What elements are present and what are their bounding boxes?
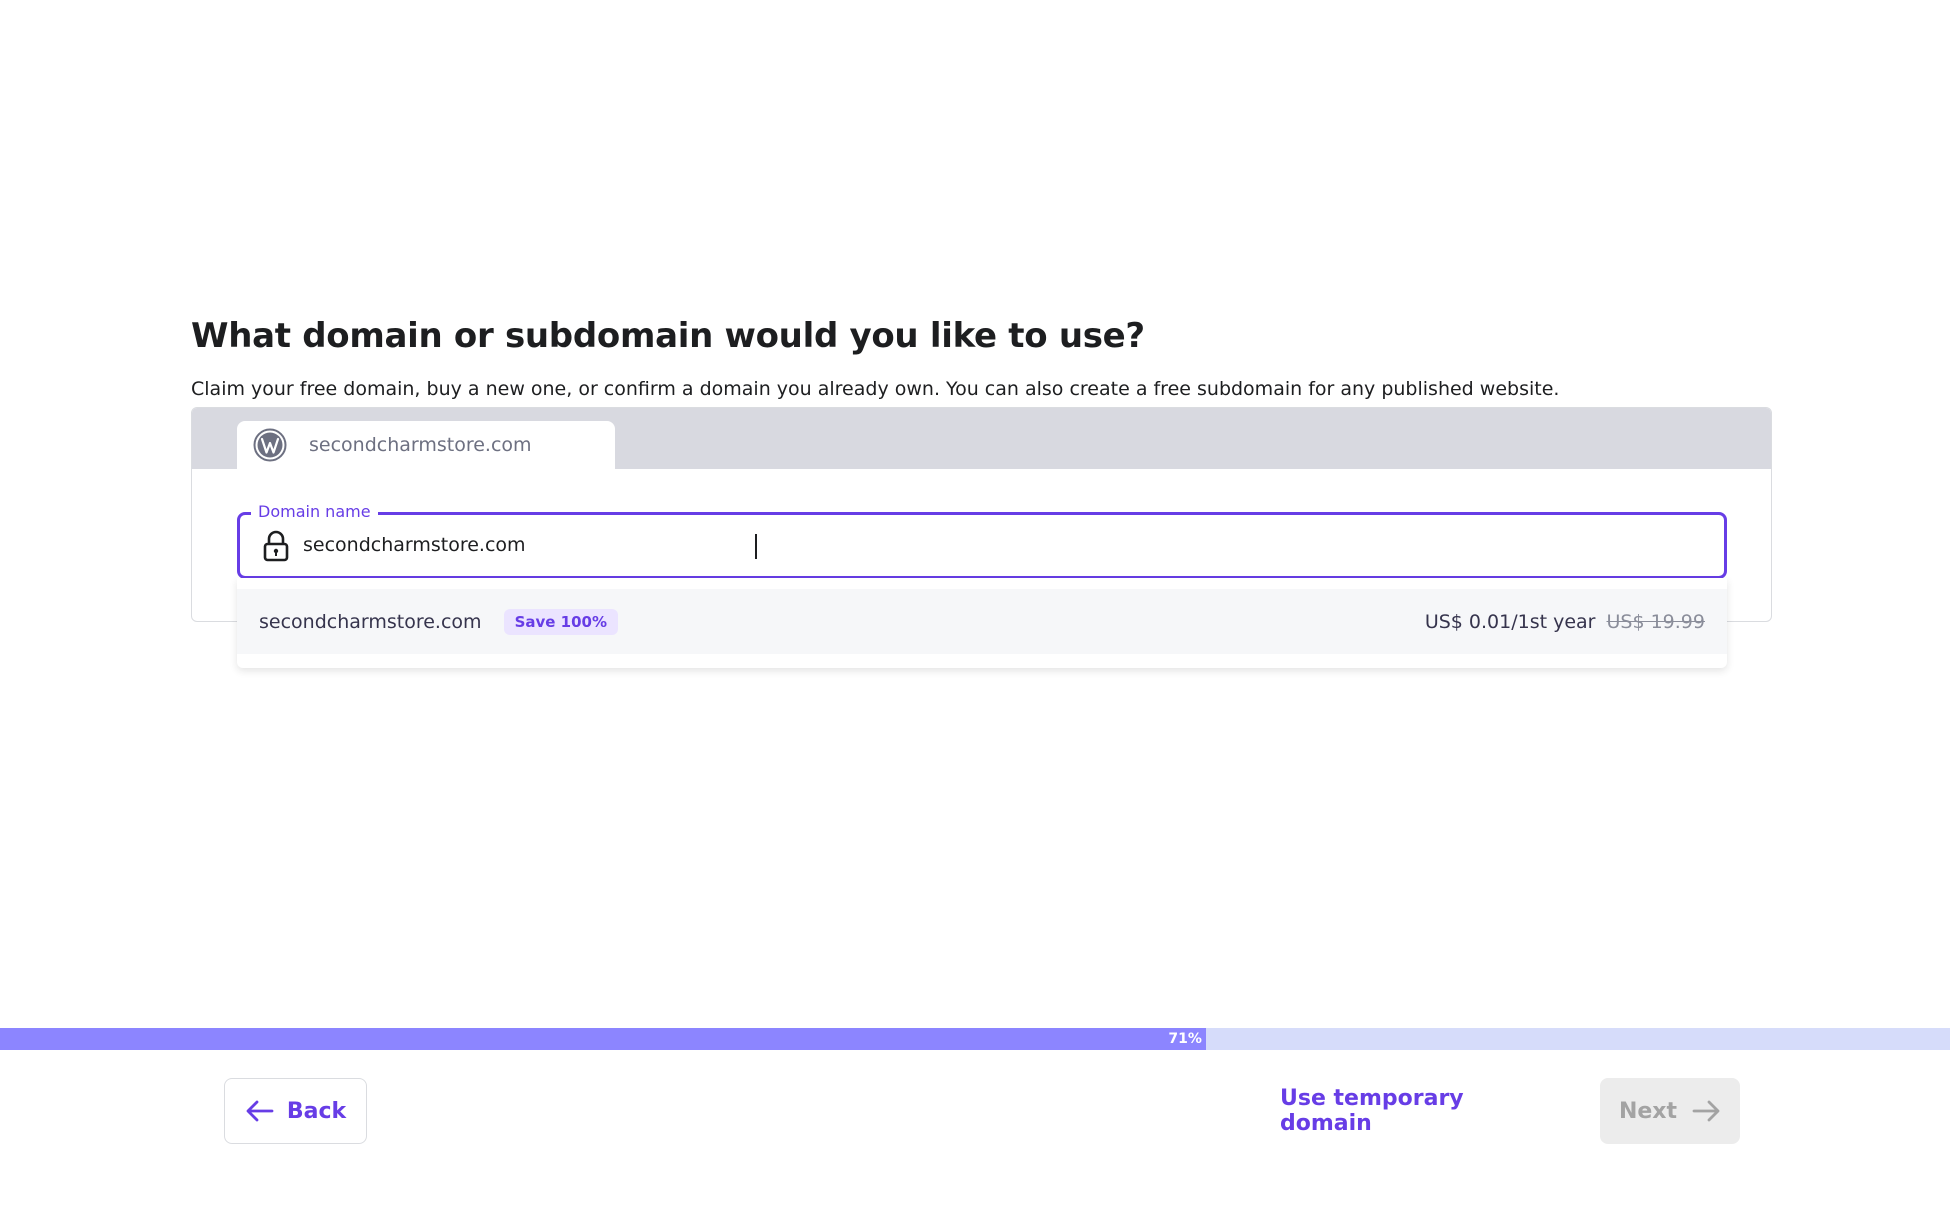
- page-title: What domain or subdomain would you like …: [191, 316, 1145, 356]
- suggestion-old-price: US$ 19.99: [1606, 610, 1706, 633]
- save-badge: Save 100%: [503, 608, 619, 635]
- domain-suggestion-item[interactable]: secondcharmstore.com Save 100% US$ 0.01/…: [237, 589, 1727, 654]
- text-caret: [755, 534, 757, 559]
- domain-suggestions-dropdown: secondcharmstore.com Save 100% US$ 0.01/…: [237, 578, 1727, 668]
- card-header: secondcharmstore.com: [192, 408, 1771, 469]
- page-description: Claim your free domain, buy a new one, o…: [191, 378, 1560, 400]
- progress-bar: 71%: [0, 1028, 1950, 1050]
- lock-icon: [261, 530, 291, 562]
- suggestion-pricing: US$ 0.01/1st year US$ 19.99: [1425, 611, 1705, 633]
- arrow-right-icon: [1691, 1098, 1721, 1124]
- site-tab-label: secondcharmstore.com: [309, 434, 532, 456]
- domain-name-label: Domain name: [251, 502, 378, 522]
- arrow-left-icon: [245, 1098, 275, 1124]
- progress-fill: 71%: [0, 1028, 1206, 1050]
- back-button-label: Back: [286, 1098, 347, 1124]
- progress-label: 71%: [1168, 1031, 1202, 1047]
- back-button[interactable]: Back: [224, 1078, 367, 1144]
- suggestion-price: US$ 0.01/1st year: [1424, 610, 1596, 633]
- domain-name-field[interactable]: Domain name: [237, 502, 1727, 579]
- suggestion-domain: secondcharmstore.com: [259, 610, 482, 633]
- domain-name-input[interactable]: [303, 527, 1683, 563]
- next-button[interactable]: Next: [1600, 1078, 1740, 1144]
- wordpress-icon: [253, 428, 287, 462]
- site-tab[interactable]: secondcharmstore.com: [237, 421, 615, 469]
- use-temporary-domain-button[interactable]: Use temporary domain: [1280, 1078, 1560, 1144]
- next-button-label: Next: [1618, 1098, 1678, 1124]
